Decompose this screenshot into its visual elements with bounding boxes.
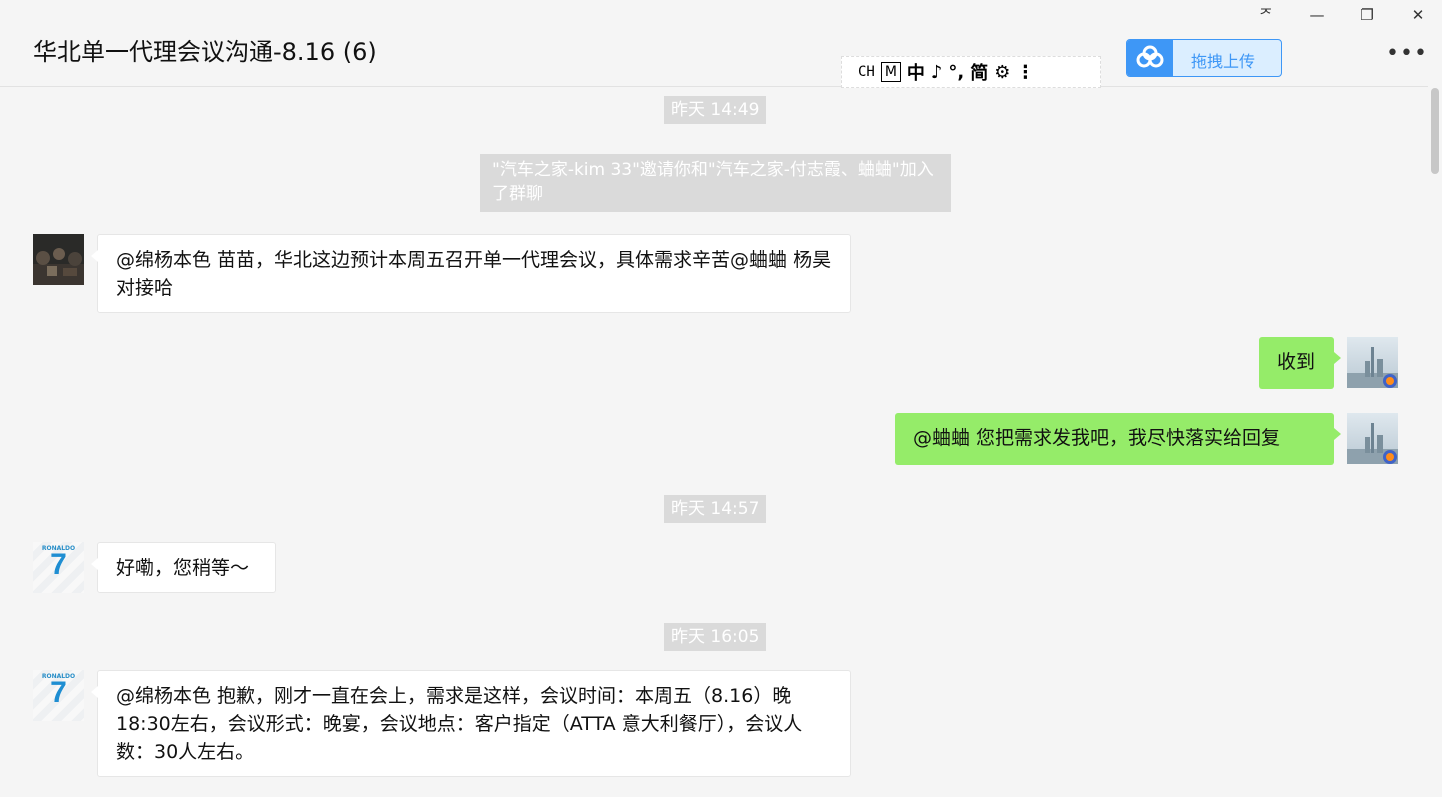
restore-button[interactable]: ❐ — [1353, 4, 1381, 26]
minimize-button[interactable]: — — [1303, 4, 1331, 26]
timestamp: 昨天 16:05 — [664, 623, 767, 651]
close-button[interactable]: ✕ — [1404, 4, 1432, 26]
ime-chinese-toggle[interactable]: 中 — [907, 59, 925, 85]
window-header: 华北单一代理会议沟通-8.16 (6) ᅎ — ❐ ✕ 拖拽上传 ••• — [0, 0, 1442, 87]
pin-icon[interactable]: ᅎ — [1252, 4, 1280, 26]
avatar-jersey-number: 7 — [50, 548, 67, 581]
message-bubble[interactable]: @绵杨本色 抱歉，刚才一直在会上，需求是这样，会议时间：本周五（8.16）晚18… — [91, 670, 851, 777]
ime-lang-indicator[interactable]: CH — [858, 64, 875, 80]
timestamp: 昨天 14:49 — [664, 96, 767, 124]
cloud-icon — [1127, 40, 1173, 76]
message-bubble[interactable]: @绵杨本色 苗苗，华北这边预计本周五召开单一代理会议，具体需求辛苦@蛐蛐 杨昊对… — [91, 234, 851, 313]
timestamp: 昨天 14:57 — [664, 495, 767, 523]
more-options-button[interactable]: ••• — [1386, 40, 1427, 68]
ronaldo-jersey-avatar[interactable]: RONALDO 7 — [33, 670, 84, 721]
message-bubble-self[interactable]: 收到 — [1259, 337, 1341, 389]
system-notice: "汽车之家-kim 33"邀请你和"汽车之家-付志霞、蛐蛐"加入了群聊 — [480, 154, 951, 212]
chat-title: 华北单一代理会议沟通-8.16 (6) — [33, 38, 377, 66]
ime-simplified-toggle[interactable]: 简 — [970, 59, 988, 85]
message-bubble-self[interactable]: @蛐蛐 您把需求发我吧，我尽快落实给回复 — [895, 413, 1341, 465]
scrollbar-thumb[interactable] — [1431, 88, 1439, 174]
gear-icon[interactable]: ⚙ — [994, 62, 1010, 83]
avatar-jersey-number: 7 — [50, 676, 67, 709]
avatar[interactable] — [33, 234, 84, 285]
moon-icon[interactable]: ♪ — [931, 62, 943, 83]
ime-toolbar[interactable]: CH M 中 ♪ °, 简 ⚙ ⋮ — [841, 56, 1101, 88]
upload-label: 拖拽上传 — [1191, 52, 1256, 71]
ronaldo-jersey-avatar[interactable]: RONALDO 7 — [33, 542, 84, 593]
ime-more-icon[interactable]: ⋮ — [1016, 62, 1034, 83]
drag-upload-button[interactable]: 拖拽上传 — [1126, 39, 1282, 77]
city-skyline-avatar[interactable] — [1347, 337, 1398, 388]
scrollbar-track[interactable] — [1428, 86, 1442, 797]
city-skyline-avatar[interactable] — [1347, 413, 1398, 464]
message-bubble[interactable]: 好嘞，您稍等～ — [91, 542, 276, 593]
punctuation-icon[interactable]: °, — [948, 62, 964, 83]
ime-mode-icon[interactable]: M — [880, 62, 901, 82]
